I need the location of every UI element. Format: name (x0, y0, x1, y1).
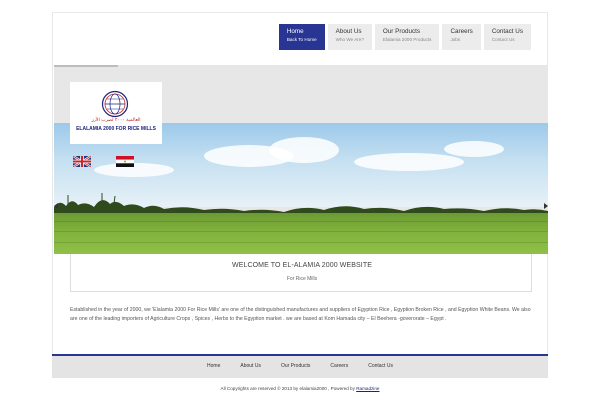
footer-link-home[interactable]: Home (207, 363, 220, 369)
nav-home[interactable]: Home Back To Home (278, 24, 325, 50)
site-logo[interactable]: العالمية ٢٠٠٠ لضرب الأرز ELALAMIA 2000 F… (70, 82, 162, 144)
main-nav: Home Back To Home About Us Who We Are? O… (278, 24, 531, 50)
nav-home-title: Home (286, 28, 304, 35)
logo-english-text: ELALAMIA 2000 FOR RICE MILLS (76, 126, 156, 132)
nav-contact[interactable]: Contact Us Contact Us (483, 24, 531, 50)
slider-next-arrow[interactable] (544, 203, 548, 209)
copyright-text: All Copyrights are reserved © 2013 by el… (220, 386, 355, 391)
nav-about-title: About Us (335, 28, 362, 35)
footer-nav: Home About Us Our Products Careers Conta… (52, 354, 548, 378)
powered-by-link[interactable]: Ramadzine (356, 386, 379, 391)
egypt-flag-icon[interactable] (116, 156, 134, 167)
english-flag-icon[interactable] (73, 156, 91, 167)
welcome-subtitle: For Rice Mills (286, 276, 318, 282)
hero-treeline (54, 193, 548, 215)
slider-prev-arrow[interactable] (54, 203, 58, 209)
nav-careers[interactable]: Careers Jobs (442, 24, 481, 50)
welcome-box: WELCOME TO EL-ALAMIA 2000 WEBSITE For Ri… (70, 254, 532, 292)
footer-link-products[interactable]: Our Products (281, 363, 310, 369)
hero-banner: العالمية ٢٠٠٠ لضرب الأرز ELALAMIA 2000 F… (54, 65, 548, 254)
intro-paragraph: Established in the year of 2000, we 'Ela… (70, 307, 531, 322)
nav-contact-title: Contact Us (491, 28, 523, 35)
nav-careers-subtitle: Jobs (450, 37, 461, 42)
footer-link-contact[interactable]: Contact Us (368, 363, 393, 369)
nav-careers-title: Careers (450, 28, 473, 35)
nav-about[interactable]: About Us Who We Are? (327, 24, 372, 50)
page-container: Home Back To Home About Us Who We Are? O… (52, 12, 548, 378)
nav-products-subtitle: Elalamia 2000 Products (382, 37, 432, 42)
nav-home-subtitle: Back To Home (286, 37, 317, 42)
hero-indicator (54, 65, 118, 67)
nav-products-title: Our Products (382, 28, 421, 35)
footer-link-about[interactable]: About Us (240, 363, 261, 369)
nav-contact-subtitle: Contact Us (491, 37, 515, 42)
logo-arabic-text: العالمية ٢٠٠٠ لضرب الأرز (91, 118, 141, 123)
nav-about-subtitle: Who We Are? (335, 37, 364, 42)
copyright-line: All Copyrights are reserved © 2013 by el… (0, 386, 600, 391)
hero-field (54, 213, 548, 254)
welcome-title: WELCOME TO EL-ALAMIA 2000 WEBSITE (232, 262, 372, 269)
footer-link-careers[interactable]: Careers (330, 363, 348, 369)
nav-products[interactable]: Our Products Elalamia 2000 Products (374, 24, 440, 50)
globe-logo-icon (101, 90, 129, 118)
